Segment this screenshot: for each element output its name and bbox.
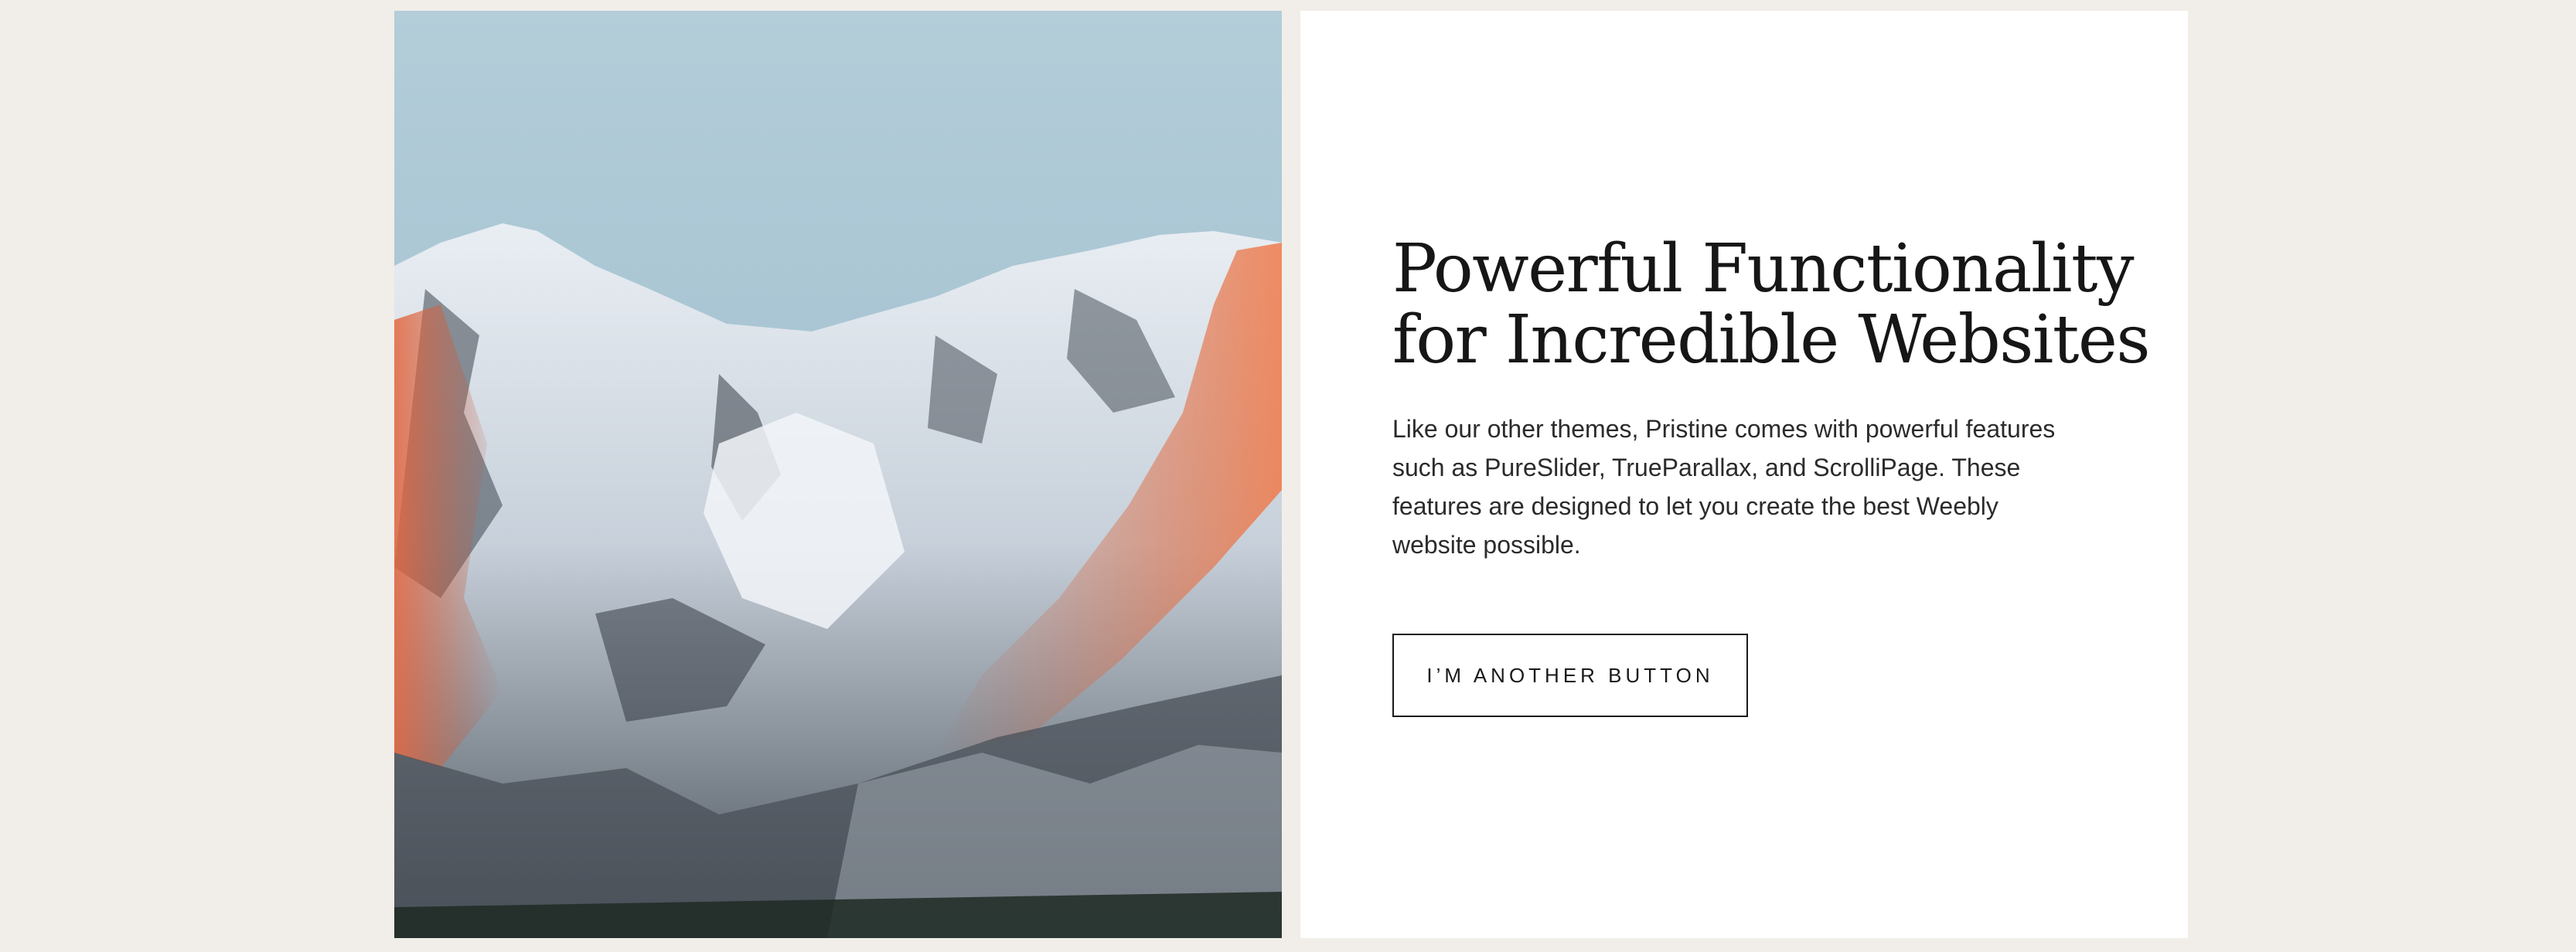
mountain-photo	[394, 11, 1282, 938]
feature-description: Like our other themes, Pristine comes wi…	[1392, 415, 2056, 559]
feature-headline-line-1: Powerful Functionality	[1392, 230, 2135, 308]
feature-headline-line-2: for Incredible Websites	[1392, 301, 2150, 379]
feature-content: Powerful Functionality for Incredible We…	[1392, 230, 2150, 717]
page: Powerful Functionality for Incredible We…	[0, 0, 2576, 952]
feature-headline: Powerful Functionality for Incredible We…	[1392, 230, 2150, 379]
feature-text-panel: Powerful Functionality for Incredible We…	[1300, 11, 2188, 938]
another-button[interactable]: I’M ANOTHER BUTTON	[1392, 634, 1748, 717]
